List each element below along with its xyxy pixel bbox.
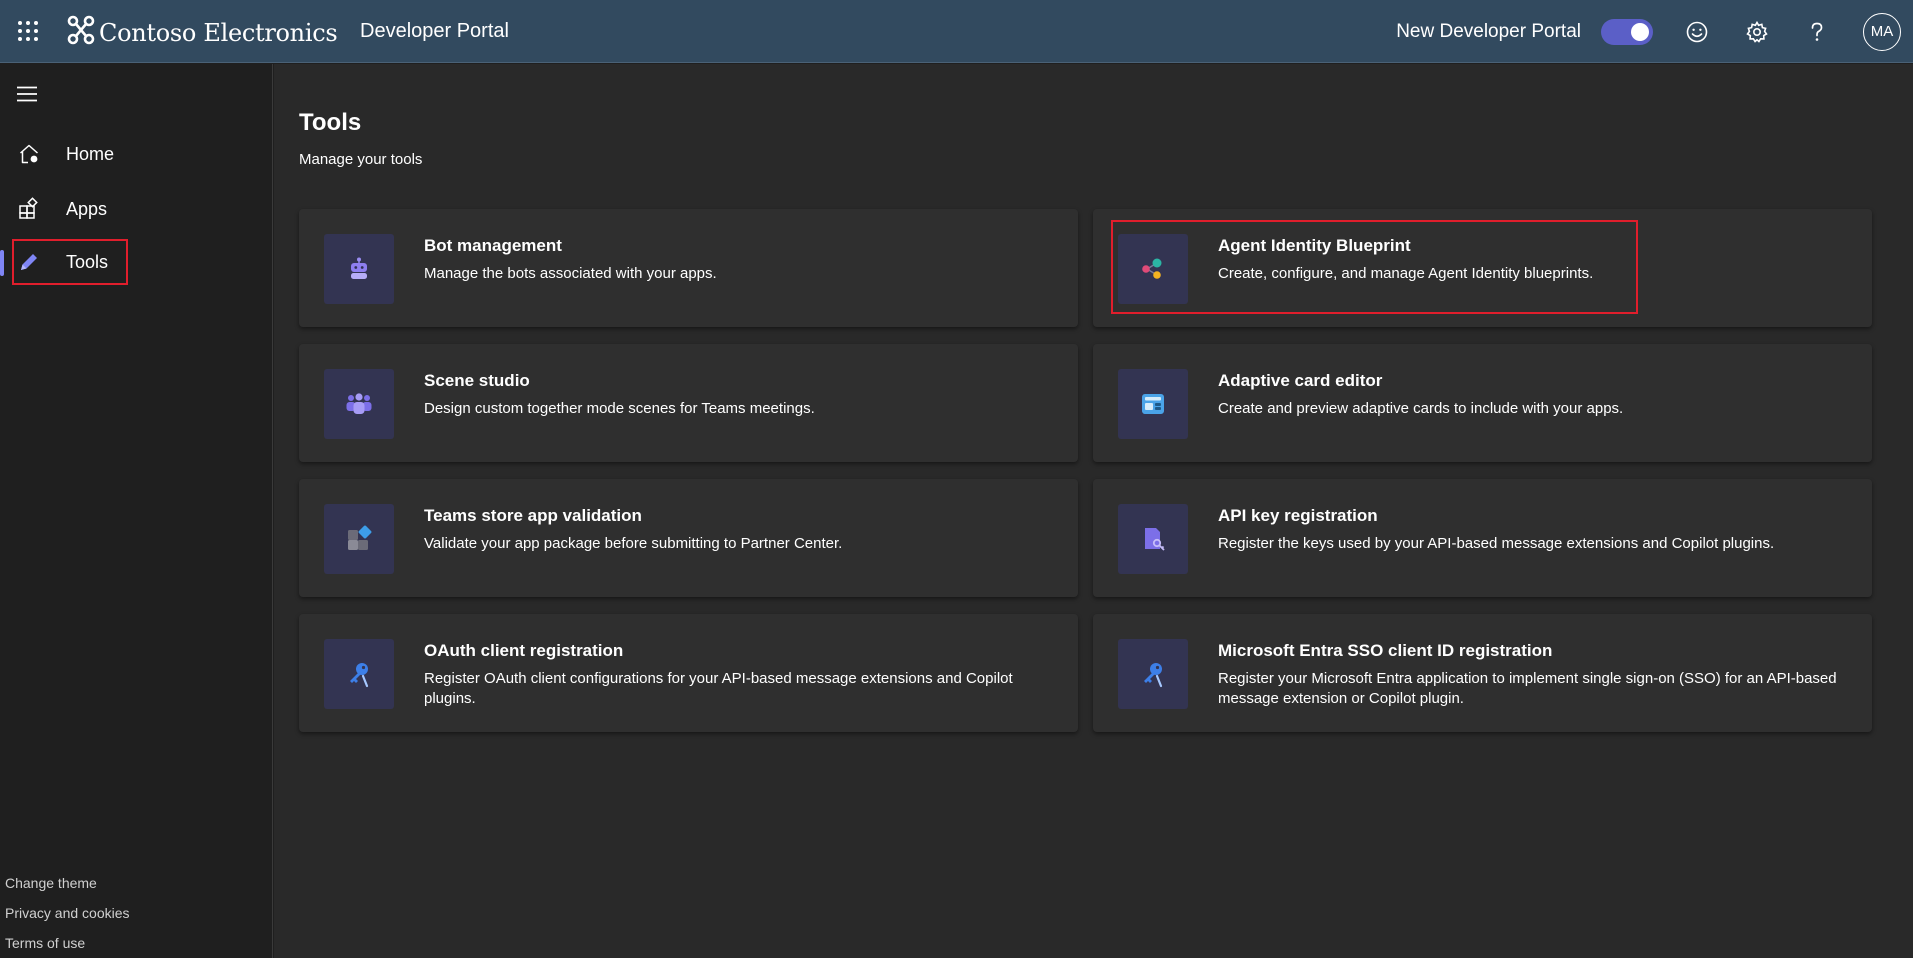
top-bar: Contoso Electronics Developer Portal New… <box>0 0 1913 63</box>
tool-card-bot-management[interactable]: Bot management Manage the bots associate… <box>299 209 1078 327</box>
tools-highlight-box <box>12 239 128 285</box>
api-key-icon <box>1118 504 1188 574</box>
card-title: Scene studio <box>424 371 530 390</box>
sidebar-item-label: Apps <box>66 198 108 219</box>
card-title: API key registration <box>1218 506 1378 525</box>
avatar[interactable]: MA <box>1863 12 1901 51</box>
hamburger-menu-icon[interactable] <box>16 85 38 103</box>
main-content: Tools Manage your tools Bot management M… <box>274 64 1913 958</box>
header-actions: New Developer Portal MA <box>1396 0 1913 63</box>
card-description: Validate your app package before submitt… <box>424 535 843 552</box>
change-theme-link[interactable]: Change theme <box>5 868 130 898</box>
card-description: Register the keys used by your API-based… <box>1218 535 1775 552</box>
card-title: Agent Identity Blueprint <box>1218 236 1411 255</box>
home-icon <box>17 142 41 166</box>
sidebar-item-label: Home <box>66 143 115 164</box>
tool-card-teams-store-app-validation[interactable]: Teams store app validation Validate your… <box>299 479 1078 597</box>
contoso-logo-icon <box>67 14 95 51</box>
new-portal-toggle[interactable] <box>1601 18 1653 45</box>
card-title: Teams store app validation <box>424 506 642 525</box>
portal-title[interactable]: Developer Portal <box>360 20 509 43</box>
adaptive-card-icon <box>1118 369 1188 439</box>
agent-identity-icon <box>1118 234 1188 304</box>
tool-card-entra-sso-registration[interactable]: Microsoft Entra SSO client ID registrati… <box>1093 614 1872 732</box>
tool-card-oauth-client-registration[interactable]: OAuth client registration Register OAuth… <box>299 614 1078 732</box>
sidebar-item-apps[interactable]: Apps <box>0 187 273 231</box>
card-description: Register OAuth client configurations for… <box>424 670 1013 707</box>
terms-of-use-link[interactable]: Terms of use <box>5 928 130 958</box>
card-description: Register your Microsoft Entra applicatio… <box>1218 670 1837 707</box>
card-description: Design custom together mode scenes for T… <box>424 400 815 417</box>
brand-name: Contoso Electronics <box>99 18 338 47</box>
apps-icon <box>17 197 41 221</box>
tool-card-agent-identity-blueprint[interactable]: Agent Identity Blueprint Create, configu… <box>1093 209 1872 327</box>
page-title: Tools <box>299 109 362 136</box>
toggle-knob <box>1631 22 1649 41</box>
tool-card-adaptive-card-editor[interactable]: Adaptive card editor Create and preview … <box>1093 344 1872 462</box>
tool-card-scene-studio[interactable]: Scene studio Design custom together mode… <box>299 344 1078 462</box>
tool-card-api-key-registration[interactable]: API key registration Register the keys u… <box>1093 479 1872 597</box>
app-validation-icon <box>324 504 394 574</box>
active-indicator <box>0 250 4 276</box>
page-subtitle: Manage your tools <box>299 151 423 168</box>
bot-icon <box>324 234 394 304</box>
card-title: Adaptive card editor <box>1218 371 1383 390</box>
help-icon[interactable] <box>1803 18 1831 46</box>
waffle-icon[interactable] <box>17 20 39 42</box>
privacy-cookies-link[interactable]: Privacy and cookies <box>5 898 130 928</box>
smiley-feedback-icon[interactable] <box>1683 18 1711 46</box>
sidebar: Home Apps Tools Change theme Privacy and… <box>0 64 273 958</box>
gear-icon[interactable] <box>1743 18 1771 46</box>
card-description: Manage the bots associated with your app… <box>424 265 717 282</box>
card-title: Microsoft Entra SSO client ID registrati… <box>1218 641 1553 660</box>
key-icon <box>1118 639 1188 709</box>
card-description: Create, configure, and manage Agent Iden… <box>1218 265 1594 282</box>
sidebar-footer: Change theme Privacy and cookies Terms o… <box>5 868 130 958</box>
brand[interactable]: Contoso Electronics <box>67 14 338 51</box>
card-title: OAuth client registration <box>424 641 624 660</box>
card-title: Bot management <box>424 236 562 255</box>
sidebar-item-home[interactable]: Home <box>0 132 273 176</box>
key-icon <box>324 639 394 709</box>
new-portal-toggle-label: New Developer Portal <box>1396 20 1581 42</box>
people-icon <box>324 369 394 439</box>
card-description: Create and preview adaptive cards to inc… <box>1218 400 1624 417</box>
